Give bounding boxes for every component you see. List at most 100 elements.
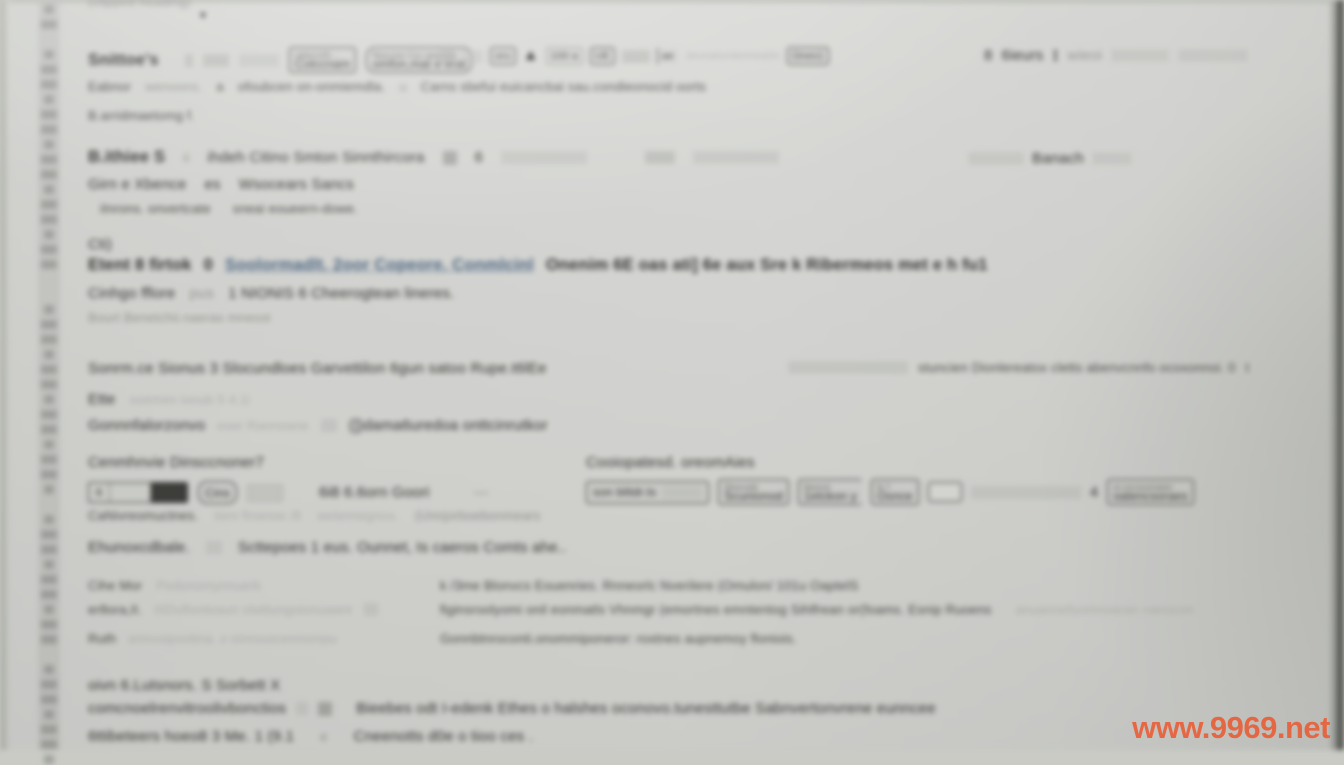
gutter-line-number <box>43 349 55 360</box>
gutter-line-number <box>40 244 58 255</box>
slab <box>205 541 222 554</box>
text-run: iieni finanoe /8 <box>214 508 302 523</box>
text-run: (Unnjorboebonmears <box>414 508 541 523</box>
section-3-link-row: Etent 8 firtok 0 Soolormadlt. 2oor Copeo… <box>88 256 987 275</box>
gutter-line-number <box>40 154 58 165</box>
mini-field[interactable] <box>246 483 283 502</box>
section-1-right-group: 8 6ieurs I wieoi <box>984 47 1249 64</box>
gutter-line-number <box>40 634 58 645</box>
gutter-line-number <box>40 574 58 585</box>
section-2-line-2: iInrons. onvertcate sneai eoueern-dowe. <box>100 201 358 216</box>
right-button-3[interactable]: Namctr 1etckon y <box>797 479 862 505</box>
gutter-line-number <box>43 514 55 525</box>
gutter-line-number <box>40 199 58 210</box>
section-6-left-line-3: Ruth annooipvottna. x ninrouscennompu <box>88 631 337 646</box>
chevron-down-icon[interactable]: ▾ <box>200 9 206 21</box>
section-1-inline-group: oru ▲ 100 a UE ae Jeunaturatomea0n Ones1 <box>440 47 829 65</box>
segment-1[interactable] <box>110 483 152 502</box>
right-button-4-label: Osnce <box>877 489 913 503</box>
section-5-line-2: Ehunoxcdbale. Scttepoes 1 eus. Ounnet, I… <box>88 539 566 556</box>
dropdown-chevron-row[interactable]: ▾ <box>200 9 206 21</box>
site-watermark: www.9969.net <box>1132 710 1330 745</box>
clipped-heading: (clipped heading) <box>88 0 192 9</box>
text-run: 6ttibeteers hoeo8 3 Me. 1 (9.1 <box>88 728 295 745</box>
gutter-line-number <box>40 619 58 630</box>
faint-run: Jeunaturatomea0n <box>685 50 780 62</box>
section-5-line-1: CaNivreomuctnes. iieni finanoe /8 wetemw… <box>88 508 541 523</box>
text-run: a <box>216 79 224 94</box>
text-run: ever Rannoane <box>217 418 309 433</box>
bracket-chip[interactable]: ae <box>656 48 678 64</box>
gutter-line-number <box>40 79 58 90</box>
section-5-left-heading: Cenmhnvie Dinsccnoner7 <box>88 454 265 471</box>
slab <box>461 49 483 63</box>
segment-0[interactable]: 6 <box>89 483 111 502</box>
text-run: Bieebes odt I-edenk Ethes o halshes ocon… <box>356 700 936 717</box>
link-row-prefix: Etent 8 firtok <box>88 256 192 274</box>
gutter-line-number <box>43 604 55 615</box>
link-row-rest: Onenim 6E oas ati] 6e aux Sre k Ribermeo… <box>545 256 988 274</box>
text-run: u <box>399 79 407 94</box>
section-2-glyph: 6 <box>474 149 484 166</box>
text-run: annooipvottna. x ninrouscennompu <box>128 631 338 646</box>
text-run: CaNivreomuctnes. <box>88 508 199 523</box>
section-2-tail-word: Banach <box>1032 150 1085 167</box>
gutter-line-number <box>43 559 55 570</box>
slab <box>645 151 676 164</box>
text-run: Gonnnfalorzonvo <box>88 417 206 434</box>
slab <box>320 419 337 432</box>
slab <box>440 49 454 63</box>
gutter-line-number <box>40 589 58 600</box>
section-5-right-heading-row: Cooiopatesd. oreomAies <box>586 454 755 471</box>
small-box-button[interactable] <box>927 482 962 502</box>
text-run: Girn e Xbence <box>88 176 187 193</box>
inline-hyperlink[interactable]: Soolormadlt. 2oor Copeore. Conmlcinl <box>225 256 534 275</box>
section-3-line-1: Cinhgo fflore pus 1 NIONIS 6 Cheerogtean… <box>88 285 455 302</box>
slab <box>788 361 908 374</box>
gutter-line-number <box>43 94 55 105</box>
gutter-line-number <box>43 754 55 765</box>
chip-button-2[interactable]: 100 a <box>545 47 583 65</box>
small-marker: ii <box>183 150 190 165</box>
chip-button-end[interactable]: Ones1 <box>786 47 829 65</box>
section-6-right-line-1: k /3me Blonvcs Eouenries. Rnneorlc Nveri… <box>440 578 859 593</box>
screen-bezel-right <box>1337 0 1344 750</box>
section-2-heading-row: B.ithiee S ii ihdeh Citino Smton Sinnthi… <box>88 148 780 167</box>
text-run: es <box>204 176 221 193</box>
text-run: Ruth <box>88 631 117 646</box>
section-4-right-tail: t <box>1245 360 1250 375</box>
right-button-3-label: 1etckon y <box>803 489 857 503</box>
right-button-4[interactable]: N ? Osnce <box>871 479 919 505</box>
count-glyph: 8 <box>984 47 993 64</box>
section-1-heading: Snittoe's <box>88 50 159 69</box>
gutter-blank <box>40 649 58 660</box>
toolbar-button-1[interactable]: rattecn26-... Cotccnam <box>288 47 357 73</box>
chip-button-3[interactable]: UE <box>589 47 615 65</box>
controls-text: 6i8 6.6orn Goori <box>318 484 430 501</box>
slab <box>970 485 1081 499</box>
right-button-1[interactable]: son blitdr.ts <box>586 480 710 504</box>
text-run: k /3me Blonvcs Eouenries. Rnneorlc Nveri… <box>440 578 859 593</box>
section-2-tail: Banach <box>968 150 1133 167</box>
text-run: Cinhgo fflore <box>88 285 176 302</box>
segment-2-active[interactable] <box>151 483 188 502</box>
gutter-line-number <box>40 544 58 555</box>
gutter-line-number <box>40 214 58 225</box>
text-run: 1 NIONIS 6 Cheerogtean lineres. <box>228 285 455 302</box>
slab <box>501 151 588 164</box>
chip-button-1[interactable]: oru <box>490 47 516 65</box>
right-button-2[interactable]: Dhecodd Scunionod <box>718 479 789 505</box>
slab <box>202 53 229 67</box>
gutter-line-number <box>43 664 55 675</box>
pill-button[interactable]: Cins <box>198 481 237 504</box>
gutter-line-number <box>40 364 58 375</box>
gutter-line-number <box>43 394 55 405</box>
line-number-gutter <box>38 0 60 765</box>
slab <box>363 603 378 616</box>
slab <box>1178 49 1249 62</box>
slab <box>621 49 650 63</box>
segmented-control[interactable]: 6 <box>88 482 189 503</box>
right-button-6[interactable]: st.cocooomaten oatencsoraes <box>1107 479 1194 505</box>
section-7-line-2: 6ttibeteers hoeo8 3 Me. 1 (9.1 e Cneenot… <box>88 728 533 745</box>
gutter-line-number <box>40 19 58 30</box>
